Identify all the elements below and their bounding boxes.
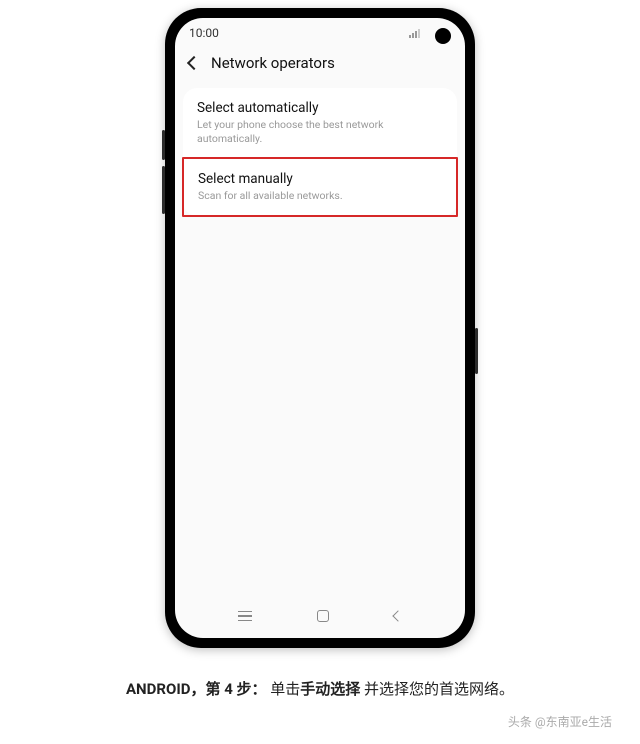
caption-bold: 手动选择 [300,680,360,698]
nav-home-icon[interactable] [317,610,329,622]
highlight-box: Select manually Scan for all available n… [182,157,458,216]
nav-back-icon[interactable] [393,610,404,621]
select-manually-title: Select manually [198,171,442,187]
settings-card: Select automatically Let your phone choo… [183,88,457,216]
caption: ANDROID，第 4 步： 单击手动选择 并选择您的首选网络。 [0,678,640,699]
camera-punch-hole [435,28,451,44]
watermark: 头条 @东南亚e生活 [508,713,612,730]
caption-text-2: 并选择您的首选网络。 [360,680,514,698]
select-automatically-title: Select automatically [197,100,443,116]
status-bar: 10:00 [175,18,465,48]
volume-up-button [162,130,165,160]
select-manually-item[interactable]: Select manually Scan for all available n… [184,159,456,214]
volume-down-button [162,166,165,214]
page-header: Network operators [175,48,465,88]
select-manually-subtitle: Scan for all available networks. [198,189,442,203]
back-icon[interactable] [187,56,201,70]
signal-icon [409,28,423,38]
page-title: Network operators [211,54,335,72]
caption-text-1: 单击 [270,680,300,698]
caption-prefix: ANDROID，第 4 步： [126,680,267,698]
select-automatically-subtitle: Let your phone choose the best network a… [197,118,443,146]
navigation-bar [175,598,465,638]
select-automatically-item[interactable]: Select automatically Let your phone choo… [183,88,457,157]
power-button [475,328,478,374]
phone-frame: 10:00 Network operators Select automatic… [165,8,475,648]
status-time: 10:00 [189,26,219,40]
nav-recent-icon[interactable] [238,611,252,622]
screen: 10:00 Network operators Select automatic… [175,18,465,638]
